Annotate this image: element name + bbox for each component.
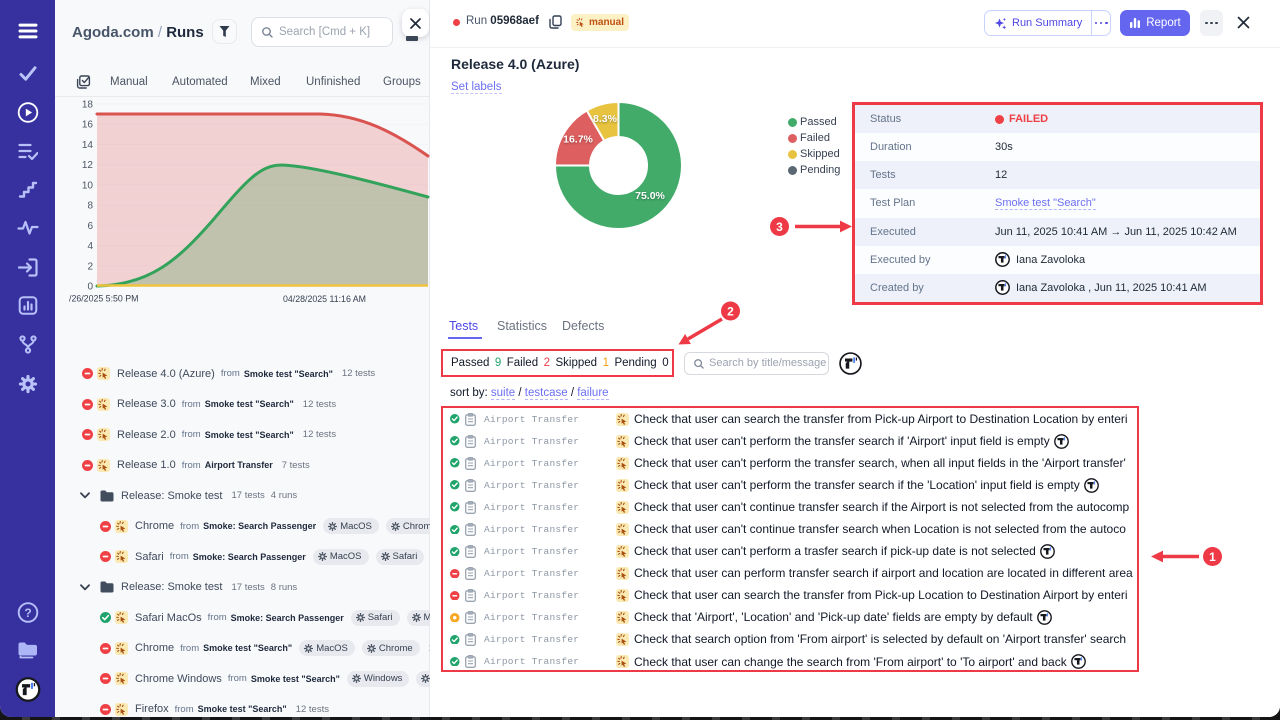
svg-text:4: 4 [87, 241, 93, 252]
svg-text:6: 6 [87, 221, 93, 232]
svg-text:8.3%: 8.3% [593, 113, 618, 125]
svg-text:04/28/2025 11:16 AM: 04/28/2025 11:16 AM [283, 294, 366, 304]
svg-text:/26/2025 5:50 PM: /26/2025 5:50 PM [69, 294, 138, 304]
svg-text:16: 16 [82, 120, 94, 131]
svg-text:18: 18 [82, 100, 94, 111]
svg-text:10: 10 [82, 180, 94, 191]
svg-text:12: 12 [82, 160, 94, 171]
svg-text:0: 0 [87, 282, 93, 293]
svg-text:2: 2 [87, 261, 93, 272]
svg-text:8: 8 [87, 201, 93, 212]
svg-text:?: ? [24, 606, 31, 620]
svg-text:75.0%: 75.0% [635, 190, 665, 202]
svg-text:16.7%: 16.7% [563, 134, 593, 146]
svg-text:14: 14 [82, 140, 94, 151]
